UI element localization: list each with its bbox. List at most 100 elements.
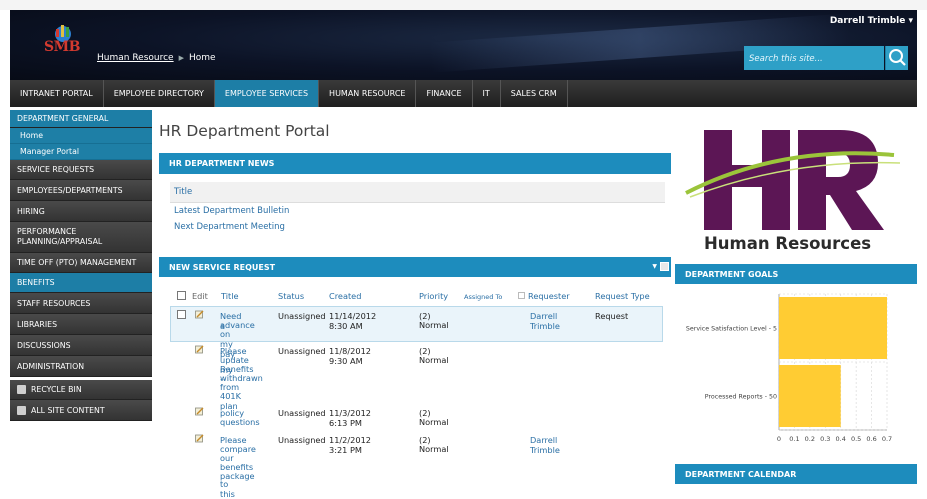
requester-filter-icon	[518, 292, 525, 299]
row-request-type: Request	[595, 311, 629, 321]
row-priority-label: Normal	[419, 444, 449, 454]
chart-category-label: Processed Reports - 50	[705, 394, 777, 401]
sidebar-item-libraries[interactable]: LIBRARIES	[10, 314, 152, 335]
user-menu[interactable]: Darrell Trimble ▾	[830, 16, 913, 26]
chart-x-tick-label: 0.7	[882, 435, 892, 443]
row-status: Unassigned	[278, 311, 326, 321]
goals-webpart-header: DEPARTMENT GOALS	[675, 264, 917, 284]
select-all-checkbox[interactable]	[177, 291, 186, 300]
col-priority[interactable]: Priority	[419, 291, 448, 301]
chart-x-tick-label: 0.3	[820, 435, 830, 443]
row-title-line[interactable]: to this	[220, 479, 235, 499]
news-heading: HR DEPARTMENT NEWS	[169, 159, 275, 168]
user-menu-chevron-icon: ▾	[908, 16, 913, 26]
row-requester[interactable]: Darrell Trimble	[530, 435, 560, 455]
sidebar-item-administration[interactable]: ADMINISTRATION	[10, 356, 152, 377]
logo-text: SMB	[44, 39, 80, 55]
sidebar-item-all-site-content[interactable]: ALL SITE CONTENT	[10, 400, 152, 421]
search-input[interactable]	[744, 48, 884, 70]
sidebar-item-home[interactable]: Home	[10, 128, 152, 144]
sidebar-item-department-general[interactable]: DEPARTMENT GENERAL	[10, 110, 152, 128]
browser-top-strip	[0, 0, 927, 10]
breadcrumb-link-human-resource[interactable]: Human Resource	[97, 53, 174, 63]
webpart-select-checkbox[interactable]	[660, 262, 669, 271]
chart-x-tick-label: 0.6	[866, 435, 876, 443]
chart-x-tick-label: 0.5	[851, 435, 861, 443]
user-name: Darrell Trimble	[829, 16, 906, 26]
smb-logo[interactable]: SMB	[44, 24, 84, 58]
chart-x-tick-label: 0	[777, 435, 781, 443]
edit-icon[interactable]	[195, 434, 204, 443]
chart-category-label: Service Satisfaction Level - 5	[686, 326, 777, 333]
row-title-line[interactable]: questions	[220, 417, 260, 427]
sidebar-item-manager-portal[interactable]: Manager Portal	[10, 144, 152, 160]
nav-intranet-portal[interactable]: INTRANET PORTAL	[10, 80, 104, 107]
requests-webpart-header: NEW SERVICE REQUEST ▼	[159, 257, 671, 277]
sidebar-item-time-off[interactable]: TIME OFF (PTO) MANAGEMENT	[10, 253, 152, 273]
row-priority-label: Normal	[419, 320, 449, 330]
all-site-content-label: ALL SITE CONTENT	[31, 405, 105, 415]
sidebar-item-service-requests[interactable]: SERVICE REQUESTS	[10, 160, 152, 180]
search-icon	[889, 49, 906, 66]
news-column-title[interactable]: Title	[170, 182, 665, 203]
row-created: 11/2/2012 3:21 PM	[329, 435, 371, 455]
chart-x-tick-label: 0.4	[836, 435, 846, 443]
row-status: Unassigned	[278, 435, 326, 445]
nav-sales-crm[interactable]: SALES CRM	[501, 80, 568, 107]
edit-icon[interactable]	[195, 310, 204, 319]
nav-finance[interactable]: FINANCE	[416, 80, 473, 107]
col-title[interactable]: Title	[221, 291, 239, 301]
nav-human-resource[interactable]: HUMAN RESOURCE	[319, 80, 417, 107]
recycle-bin-label: RECYCLE BIN	[31, 385, 82, 394]
row-requester[interactable]: Darrell Trimble	[530, 311, 560, 331]
edit-icon[interactable]	[195, 407, 204, 416]
news-item-bulletin[interactable]: Latest Department Bulletin	[174, 206, 289, 216]
goals-heading: DEPARTMENT GOALS	[685, 269, 779, 279]
row-created: 11/3/2012 6:13 PM	[329, 408, 371, 428]
col-requester[interactable]: Requester	[528, 291, 570, 301]
row-created: 11/14/2012 8:30 AM	[329, 311, 377, 331]
top-navigation: INTRANET PORTAL EMPLOYEE DIRECTORY EMPLO…	[10, 80, 917, 107]
recycle-bin-icon	[17, 385, 26, 394]
breadcrumb-current: Home	[188, 53, 216, 63]
sidebar-item-recycle-bin[interactable]: RECYCLE BIN	[10, 380, 152, 400]
sidebar-item-discussions[interactable]: DISCUSSIONS	[10, 335, 152, 356]
chart-bar	[779, 297, 887, 359]
breadcrumb-separator-icon: ▶	[178, 54, 184, 62]
breadcrumb: Human Resource ▶ Home	[97, 53, 216, 63]
hr-logo-image: Human Resources	[680, 125, 904, 255]
site-content-icon	[17, 405, 26, 415]
search-box	[744, 46, 884, 70]
col-assigned-to[interactable]: Assigned To	[464, 293, 502, 301]
goals-chart: 0 0.1 0.2 0.3 0.4 0.5 0.6 0.7 Service Satisfacti…	[675, 286, 907, 456]
chart-x-tick-label: 0.1	[789, 435, 799, 443]
quick-launch-sidebar: DEPARTMENT GENERAL Home Manager Portal S…	[10, 110, 152, 421]
chart-bar	[779, 365, 841, 427]
row-priority-label: Normal	[419, 355, 449, 365]
sidebar-item-employees-departments[interactable]: EMPLOYEES/DEPARTMENTS	[10, 180, 152, 201]
col-edit: Edit	[192, 291, 208, 301]
webpart-menu-arrow-icon[interactable]: ▼	[652, 263, 657, 270]
chart-x-tick-label: 0.2	[805, 435, 815, 443]
row-checkbox[interactable]	[177, 310, 186, 319]
sidebar-item-hiring[interactable]: HIRING	[10, 201, 152, 222]
col-request-type[interactable]: Request Type	[595, 291, 650, 301]
row-status: Unassigned	[278, 408, 326, 418]
nav-employee-directory[interactable]: EMPLOYEE DIRECTORY	[104, 80, 215, 107]
row-status: Unassigned	[278, 346, 326, 356]
edit-icon[interactable]	[195, 345, 204, 354]
nav-employee-services[interactable]: EMPLOYEE SERVICES	[214, 80, 320, 107]
news-item-meeting[interactable]: Next Department Meeting	[174, 222, 285, 232]
calendar-webpart-header: DEPARTMENT CALENDAR	[675, 464, 917, 484]
hr-logo-text: Human Resources	[704, 234, 872, 253]
page-title: HR Department Portal	[159, 122, 330, 140]
requests-heading: NEW SERVICE REQUEST	[169, 262, 276, 272]
sidebar-item-performance-planning[interactable]: PERFORMANCE PLANNING/APPRAISAL	[10, 222, 152, 253]
nav-it[interactable]: IT	[473, 80, 501, 107]
sidebar-item-benefits[interactable]: BENEFITS	[10, 273, 152, 293]
col-status[interactable]: Status	[278, 291, 304, 301]
col-created[interactable]: Created	[329, 291, 361, 301]
search-button[interactable]	[885, 46, 908, 70]
news-webpart-header: HR DEPARTMENT NEWS	[159, 153, 671, 174]
sidebar-item-staff-resources[interactable]: STAFF RESOURCES	[10, 293, 152, 314]
